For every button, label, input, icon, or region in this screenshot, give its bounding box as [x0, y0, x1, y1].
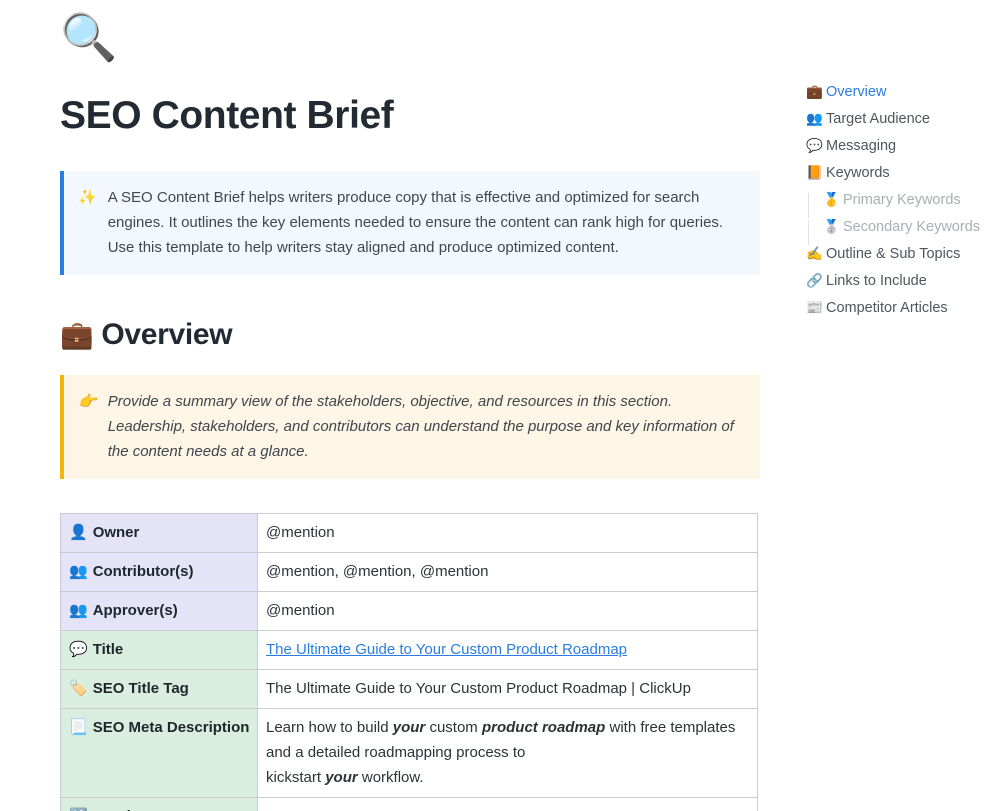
speech-balloon-icon: 💬 — [806, 138, 823, 153]
table-row: 🔢Word Count1,900 - 2,100 — [60, 796, 758, 811]
row-value-cell: @mention, @mention, @mention — [257, 551, 758, 592]
toc-item-label: Overview — [826, 84, 887, 100]
emphasis-text: your — [325, 768, 358, 786]
row-label-cell: 🔢Word Count — [60, 796, 258, 811]
table-row: 🏷️ SEO Title Tag The Ultimate Guide to You… — [60, 668, 758, 709]
briefcase-icon: 💼 — [60, 319, 94, 350]
toc-item-competitor-articles[interactable]: 📰 Competitor Articles — [806, 300, 1000, 327]
table-row: 👥 Approver(s) @mention — [60, 590, 758, 631]
toc-item-label: Secondary Keywords — [843, 219, 981, 235]
row-value-text: @mention — [266, 601, 335, 619]
busts-in-silhouette-icon: 👥 — [69, 601, 88, 619]
toc-item-keywords[interactable]: 📙 Keywords — [806, 165, 1000, 192]
row-label: Contributor(s) — [92, 562, 194, 580]
row-label-cell: 📃 SEO Meta Description — [60, 707, 258, 798]
silver-medal-icon: 🥈 — [823, 219, 840, 234]
toc-item-label: Primary Keywords — [843, 192, 961, 208]
row-label-cell: 👥 Approver(s) — [60, 590, 258, 631]
toc-item-outline-sub-topics[interactable]: ✍️ Outline & Sub Topics — [806, 246, 1000, 273]
intro-callout-text: A SEO Content Brief helps writers produc… — [107, 188, 724, 256]
table-of-contents: 💼 Overview 👥 Target Audience 💬 Messaging 📙 Keyw… — [806, 84, 1000, 327]
briefcase-icon: 💼 — [806, 84, 823, 99]
bust-in-silhouette-icon: 👤 — [69, 523, 88, 541]
row-value-cell: 1,900 - 2,100 — [257, 796, 758, 811]
toc-item-label: Target Audience — [826, 111, 930, 127]
overview-table: 👤 Owner @mention 👥 Contributor(s) @mention, @… — [60, 512, 758, 811]
toc-item-links-to-include[interactable]: 🔗 Links to Include — [806, 273, 1000, 300]
toc-item-label: Links to Include — [826, 273, 927, 289]
row-value-rich: Learn how to build your custom product r… — [266, 718, 736, 786]
toc-item-overview[interactable]: 💼 Overview — [806, 84, 1000, 111]
orange-book-icon: 📙 — [806, 165, 823, 180]
row-label: SEO Meta Description — [92, 718, 250, 736]
row-value-cell: @mention — [257, 590, 758, 631]
document-body: 🔍 SEO Content Brief ✨ A SEO Content Brie… — [0, 0, 790, 811]
emphasis-text: your — [392, 718, 426, 736]
section-heading-overview: 💼 Overview — [60, 317, 790, 353]
row-label-cell: 💬 Title — [60, 629, 258, 670]
label-tag-icon: 🏷️ — [69, 679, 88, 697]
link-chain-icon: 🔗 — [806, 273, 823, 288]
table-row: 💬 Title The Ultimate Guide to Your Custom … — [60, 629, 758, 670]
toc-item-label: Keywords — [826, 165, 890, 181]
speech-balloon-icon: 💬 — [69, 640, 88, 658]
row-value-cell: The Ultimate Guide to Your Custom Produc… — [257, 668, 758, 709]
row-label: Owner — [92, 523, 140, 541]
emphasis-text: product roadmap — [481, 718, 606, 736]
row-label-cell: 👤 Owner — [60, 512, 258, 553]
toc-item-secondary-keywords[interactable]: 🥈 Secondary Keywords — [806, 219, 1000, 246]
intro-callout: ✨ A SEO Content Brief helps writers prod… — [60, 170, 760, 275]
row-value-link[interactable]: The Ultimate Guide to Your Custom Produc… — [266, 641, 627, 658]
row-label: SEO Title Tag — [92, 679, 189, 697]
toc-item-label: Messaging — [826, 138, 897, 154]
table-row: 📃 SEO Meta Description Learn how to build … — [60, 707, 758, 798]
row-value-text: @mention — [266, 523, 335, 541]
busts-in-silhouette-icon: 👥 — [69, 562, 88, 580]
table-row: 👥 Contributor(s) @mention, @mention, @ment… — [60, 551, 758, 592]
overview-instruction-text: Provide a summary view of the stakeholde… — [107, 392, 734, 460]
gold-medal-icon: 🥇 — [823, 192, 840, 207]
row-label: Title — [92, 640, 124, 658]
row-value-cell: @mention — [257, 512, 758, 553]
row-label: Approver(s) — [92, 601, 178, 619]
overview-instruction-callout: 👉 Provide a summary view of the stakehol… — [60, 374, 760, 479]
page-title: SEO Content Brief — [60, 94, 394, 137]
section-heading-label: Overview — [101, 317, 233, 351]
newspaper-icon: 📰 — [806, 300, 823, 315]
table-row: 👤 Owner @mention — [60, 512, 758, 553]
toc-item-target-audience[interactable]: 👥 Target Audience — [806, 111, 1000, 138]
row-label-cell: 🏷️ SEO Title Tag — [60, 668, 258, 709]
row-value-text: @mention, @mention, @mention — [266, 562, 489, 580]
document-page: 🔍 SEO Content Brief ✨ A SEO Content Brie… — [0, 0, 1000, 811]
row-value-cell: The Ultimate Guide to Your Custom Produc… — [257, 629, 758, 670]
row-label-cell: 👥 Contributor(s) — [60, 551, 258, 592]
toc-item-messaging[interactable]: 💬 Messaging — [806, 138, 1000, 165]
magnifying-glass-icon: 🔍 — [60, 11, 118, 63]
toc-item-primary-keywords[interactable]: 🥇 Primary Keywords — [806, 192, 1000, 219]
busts-in-silhouette-icon: 👥 — [806, 111, 823, 126]
page-with-curl-icon: 📃 — [69, 718, 88, 736]
pointing-right-hand-icon: 👉 — [78, 392, 97, 410]
row-value-text: The Ultimate Guide to Your Custom Produc… — [266, 679, 691, 697]
toc-item-label: Competitor Articles — [826, 300, 948, 316]
sparkles-icon: ✨ — [78, 188, 97, 206]
writing-hand-icon: ✍️ — [806, 246, 823, 261]
toc-item-label: Outline & Sub Topics — [826, 246, 961, 262]
row-value-cell: Learn how to build your custom product r… — [257, 707, 758, 798]
